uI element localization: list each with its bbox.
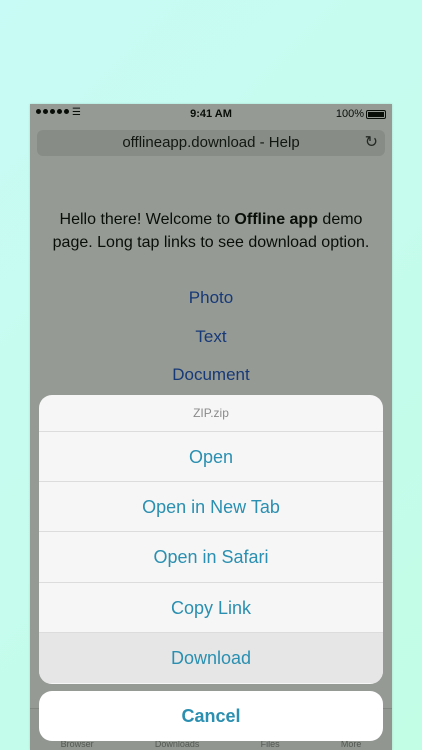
- open-in-safari-button[interactable]: Open in Safari: [39, 532, 383, 583]
- open-button[interactable]: Open: [39, 432, 383, 483]
- copy-link-button[interactable]: Copy Link: [39, 583, 383, 633]
- open-in-new-tab-button[interactable]: Open in New Tab: [39, 482, 383, 533]
- action-sheet-title: ZIP.zip: [39, 395, 383, 432]
- cancel-button[interactable]: Cancel: [39, 691, 383, 741]
- download-button[interactable]: Download: [39, 632, 383, 683]
- action-sheet: ZIP.zip Open Open in New Tab Open in Saf…: [39, 395, 383, 684]
